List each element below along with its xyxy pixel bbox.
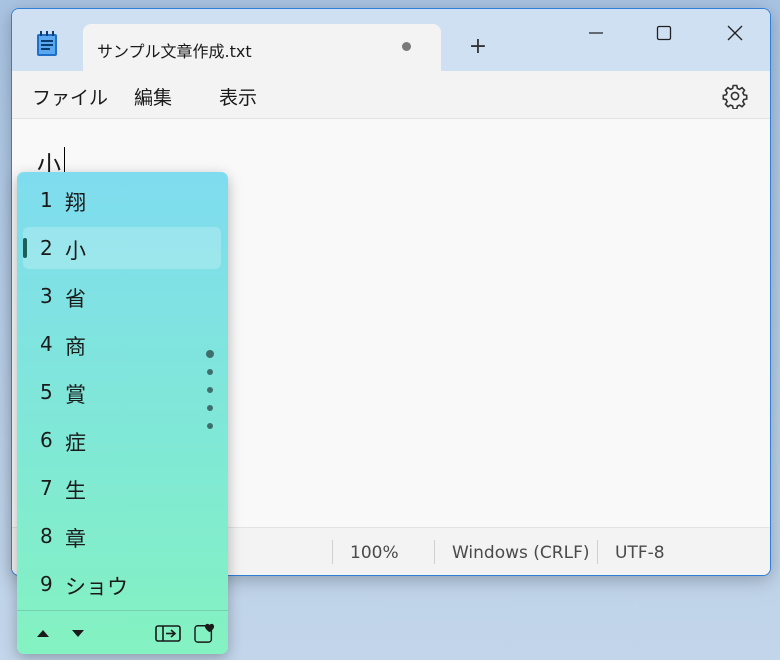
candidate-item[interactable]: 1 翔 xyxy=(23,179,221,221)
maximize-button[interactable] xyxy=(641,13,687,53)
page-dot xyxy=(207,387,213,393)
candidate-text: 症 xyxy=(65,431,86,455)
close-icon xyxy=(727,25,743,41)
close-button[interactable] xyxy=(712,13,758,53)
candidate-text: 小 xyxy=(65,239,86,263)
maximize-icon xyxy=(656,25,672,41)
status-divider xyxy=(434,540,435,564)
page-dot xyxy=(207,369,213,375)
next-page-icon[interactable] xyxy=(68,623,88,643)
candidate-number: 5 xyxy=(40,380,53,404)
candidate-text: 翔 xyxy=(65,191,86,215)
candidate-number: 3 xyxy=(40,284,53,308)
status-line-ending[interactable]: Windows (CRLF) xyxy=(452,543,590,563)
page-dot xyxy=(207,423,213,429)
candidate-number: 9 xyxy=(40,572,53,596)
title-bar: サンプル文章作成.txt + xyxy=(12,9,770,71)
candidate-item[interactable]: 3 省 xyxy=(23,275,221,317)
menu-file[interactable]: ファイル xyxy=(32,83,108,110)
candidate-item[interactable]: 6 症 xyxy=(23,419,221,461)
ime-candidate-window: 1 翔 2 小 3 省 4 商 5 賞 6 症 7 生 8 章 9 ショウ xyxy=(17,172,228,654)
expand-view-icon[interactable] xyxy=(155,623,181,643)
candidate-item[interactable]: 7 生 xyxy=(23,467,221,509)
new-tab-button[interactable]: + xyxy=(460,33,496,61)
selection-indicator xyxy=(23,238,27,258)
candidate-item[interactable]: 9 ショウ xyxy=(23,563,221,605)
notepad-icon xyxy=(37,31,57,56)
unsaved-indicator-icon[interactable] xyxy=(402,42,411,51)
tab-document[interactable]: サンプル文章作成.txt xyxy=(83,24,441,71)
candidate-item-selected[interactable]: 2 小 xyxy=(23,227,221,269)
status-zoom[interactable]: 100% xyxy=(350,543,399,563)
ime-toolbar xyxy=(17,610,228,654)
menu-view[interactable]: 表示 xyxy=(219,83,257,110)
candidate-text: 生 xyxy=(65,479,86,503)
candidate-text: 賞 xyxy=(65,383,86,407)
status-divider xyxy=(332,540,333,564)
settings-gear-icon[interactable] xyxy=(722,83,748,109)
tab-title: サンプル文章作成.txt xyxy=(97,42,252,61)
menu-edit[interactable]: 編集 xyxy=(134,83,172,110)
candidate-number: 8 xyxy=(40,524,53,548)
minimize-button[interactable] xyxy=(573,13,619,53)
candidate-text: 省 xyxy=(65,287,86,311)
status-divider xyxy=(597,540,598,564)
candidate-page-indicator xyxy=(205,350,215,430)
candidate-number: 2 xyxy=(40,236,53,260)
candidate-text: 商 xyxy=(65,335,86,359)
status-encoding[interactable]: UTF-8 xyxy=(615,543,665,563)
menu-bar: ファイル 編集 表示 xyxy=(12,71,770,119)
page-dot xyxy=(207,405,213,411)
previous-page-icon[interactable] xyxy=(33,623,53,643)
candidate-text: ショウ xyxy=(65,575,128,599)
candidate-text: 章 xyxy=(65,527,86,551)
candidate-item[interactable]: 4 商 xyxy=(23,323,221,365)
page-dot-active xyxy=(206,350,214,358)
candidate-number: 6 xyxy=(40,428,53,452)
minimize-icon xyxy=(589,32,603,34)
emoji-panel-icon[interactable] xyxy=(193,623,217,643)
candidate-item[interactable]: 5 賞 xyxy=(23,371,221,413)
candidate-number: 7 xyxy=(40,476,53,500)
candidate-item[interactable]: 8 章 xyxy=(23,515,221,557)
candidate-number: 1 xyxy=(40,188,53,212)
candidate-number: 4 xyxy=(40,332,53,356)
